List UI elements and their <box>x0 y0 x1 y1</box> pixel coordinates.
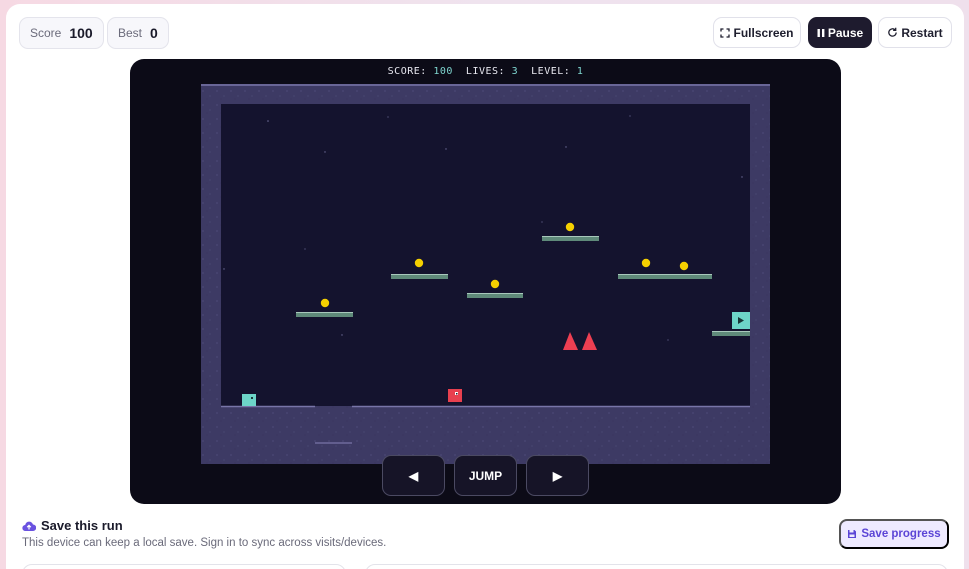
coin <box>565 222 575 232</box>
pause-label: Pause <box>827 25 864 40</box>
jump-button[interactable]: JUMP <box>454 455 517 496</box>
save-title-text: Save this run <box>41 518 123 533</box>
best-pill: Best 0 <box>107 17 169 49</box>
score-label: Score <box>30 26 62 40</box>
score-pill: Score 100 <box>19 17 104 49</box>
save-subtitle: This device can keep a local save. Sign … <box>22 537 387 549</box>
best-label: Best <box>118 26 143 40</box>
game-canvas[interactable]: SCORE: 100 LIVES: 3 LEVEL: 1 ◀ JUMP ▶ <box>130 59 841 504</box>
save-title: Save this run <box>22 518 123 533</box>
fullscreen-button[interactable]: Fullscreen <box>713 17 801 48</box>
coin <box>679 261 689 271</box>
level-map <box>201 84 770 464</box>
restart-label: Restart <box>901 25 943 40</box>
score-value: 100 <box>69 25 93 41</box>
coin <box>414 258 424 268</box>
restart-icon <box>888 27 898 37</box>
player <box>448 389 462 402</box>
level-sky <box>221 104 750 406</box>
start-checkpoint <box>242 394 256 406</box>
fullscreen-label: Fullscreen <box>733 25 794 40</box>
coin <box>490 279 500 289</box>
move-left-button[interactable]: ◀ <box>382 455 445 496</box>
save-icon <box>848 530 857 538</box>
pause-button[interactable]: Pause <box>808 17 872 48</box>
cloud-upload-icon <box>22 521 36 531</box>
coin <box>320 298 330 308</box>
bottom-field-left[interactable] <box>22 564 346 569</box>
fullscreen-icon <box>720 27 731 38</box>
save-progress-button[interactable]: Save progress <box>839 519 949 549</box>
restart-button[interactable]: Restart <box>878 17 952 48</box>
coin <box>641 258 651 268</box>
save-progress-label: Save progress <box>861 528 941 540</box>
bottom-field-right[interactable] <box>365 564 948 569</box>
best-value: 0 <box>150 25 158 41</box>
pause-icon <box>817 28 825 37</box>
move-right-button[interactable]: ▶ <box>526 455 589 496</box>
